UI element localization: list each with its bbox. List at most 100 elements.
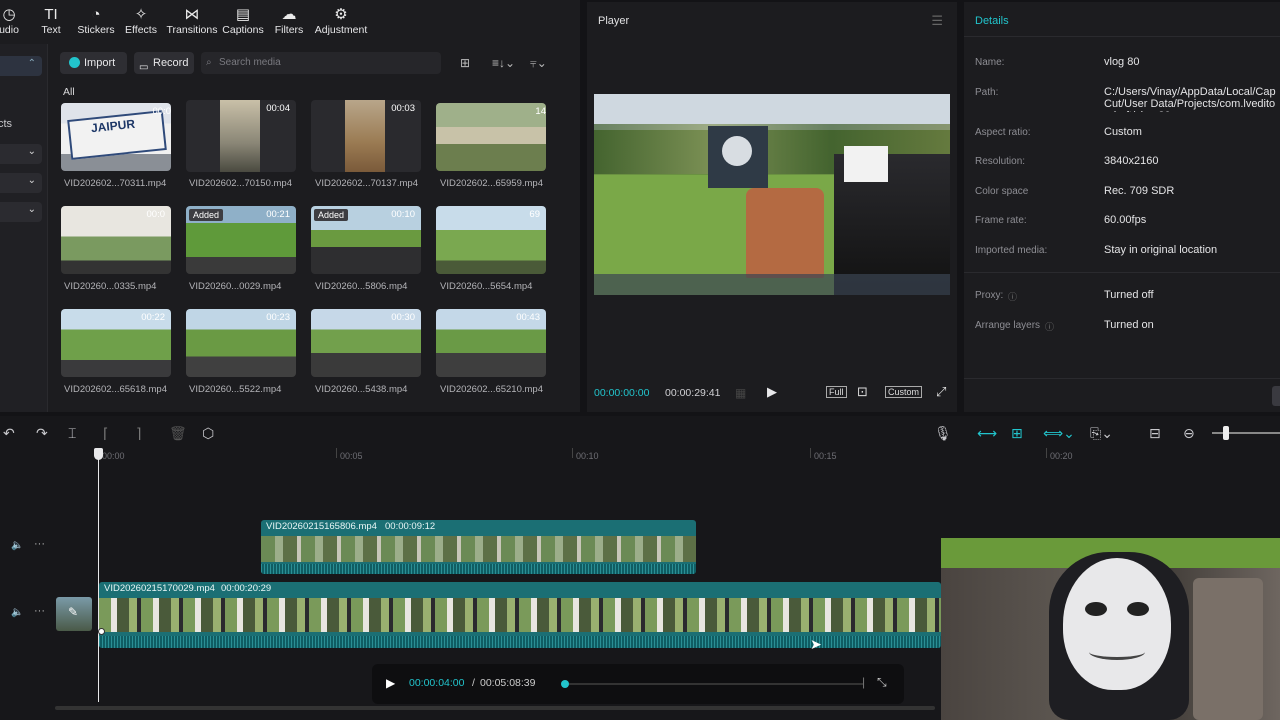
thumb-filename: VID20260...0335.mp4 <box>64 281 157 292</box>
sidebar-dropdown-2[interactable]: ⌄ <box>0 173 42 193</box>
toolbar-audio[interactable]: ◷ udio <box>0 6 24 36</box>
detail-label: Arrange layers <box>975 320 1041 331</box>
redo-icon[interactable]: ↷ <box>36 425 48 442</box>
sidebar-dropdown-1[interactable]: ⌄ <box>0 144 42 164</box>
screenshot-icon[interactable]: ⊡ <box>857 384 868 400</box>
toolbar-label: Text <box>41 24 61 36</box>
delete-icon[interactable]: 🗑 <box>169 425 187 442</box>
toolbar-transitions[interactable]: ⋈ Transitions <box>166 6 218 36</box>
media-thumb[interactable]: JAIPUR 00:0 <box>61 103 171 171</box>
sidebar-dropdown-3[interactable]: ⌄ <box>0 202 42 222</box>
play-icon[interactable]: ▶ <box>767 384 777 400</box>
fullscreen-icon[interactable]: ⤢ <box>936 384 946 400</box>
plus-circle-icon <box>69 57 80 68</box>
media-thumb[interactable]: 14 <box>436 103 546 171</box>
split-icon[interactable]: ⌶ <box>68 425 76 442</box>
split-left-icon[interactable]: ⌈ <box>103 425 108 442</box>
overlay-play-icon[interactable]: ▶ <box>386 676 395 690</box>
added-badge: Added <box>189 209 224 221</box>
undo-icon[interactable]: ↶ <box>3 425 15 442</box>
video-overlay-controls: ▶ 00:00:04:00 / 00:05:08:39 | ⤡ <box>372 664 904 704</box>
auto-snap-icon[interactable]: ⊞ <box>1011 425 1023 442</box>
clip-duration: 00:00:20:29 <box>221 583 272 594</box>
playhead-handle[interactable] <box>94 448 103 460</box>
media-thumb[interactable]: 00:22 <box>61 309 171 377</box>
media-thumb[interactable]: Added 00:21 <box>186 206 296 274</box>
detail-value-resolution: 3840x2160 <box>1104 155 1159 167</box>
thumb-filename: VID202602...65210.mp4 <box>440 384 543 395</box>
chevron-up-icon: ⌃ <box>27 58 36 69</box>
detail-value-path: C:/Users/Vinay/AppData/Local/CapCut/User… <box>1104 86 1276 112</box>
media-thumb[interactable]: 00:30 <box>311 309 421 377</box>
aspect-ratio-button[interactable]: Custom <box>885 386 923 398</box>
media-panel: ⌃ cts ⌄ ⌄ ⌄ Import ▭ Record ⌕ Search med… <box>0 44 580 412</box>
info-icon[interactable]: ⓘ <box>1045 320 1054 333</box>
toolbar-label: Filters <box>274 24 304 36</box>
toolbar-captions[interactable]: ▤ Captions <box>221 6 265 36</box>
full-quality-button[interactable]: Full <box>826 386 847 398</box>
detail-value-proxy: Turned off <box>1104 289 1154 301</box>
timeline-clip[interactable]: VID20260215165806.mp4 00:00:09:12 <box>261 520 696 574</box>
zoom-out-icon[interactable]: ⊖ <box>1183 425 1195 442</box>
minimize-icon[interactable]: ⤡ <box>877 675 887 690</box>
media-thumb[interactable]: 69 <box>436 206 546 274</box>
thumb-duration: 00:22 <box>141 312 165 323</box>
toolbar-stickers[interactable]: ◔ Stickers <box>76 6 116 36</box>
microphone-icon[interactable]: 🎙 <box>934 425 952 442</box>
split-right-icon[interactable]: ⌉ <box>136 425 141 442</box>
preview-axis-icon[interactable]: ⎘⌄ <box>1090 425 1113 442</box>
track-more-icon[interactable]: ··· <box>34 538 45 550</box>
track-mute-icon[interactable]: 🔈 <box>11 607 23 618</box>
modify-button[interactable] <box>1272 386 1280 406</box>
detail-label: Imported media: <box>975 245 1048 256</box>
audio-icon: ◷ <box>2 6 16 23</box>
media-thumb[interactable]: Added 00:10 <box>311 206 421 274</box>
overlay-progress-knob[interactable] <box>561 680 569 688</box>
chair <box>746 188 824 278</box>
stickers-icon: ◔ <box>91 6 101 23</box>
linkage-icon[interactable]: ⟺⌄ <box>1043 425 1075 442</box>
detail-label: Color space <box>975 186 1029 197</box>
toolbar-filters[interactable]: ☁ Filters <box>272 6 306 36</box>
filter-icon[interactable]: ⫧⌄ <box>530 56 547 71</box>
playhead[interactable] <box>98 456 99 702</box>
import-button[interactable]: Import <box>60 52 127 74</box>
zoom-slider-handle[interactable] <box>1223 426 1229 440</box>
thumbnail-icon[interactable]: ⊟ <box>1149 425 1161 442</box>
detail-label: Aspect ratio: <box>975 127 1031 138</box>
media-thumb[interactable]: 00:23 <box>186 309 296 377</box>
video-preview[interactable] <box>594 94 950 295</box>
player-panel: Player ☰ 00:00:00:00 00:00:29:41 ▦ ▶ Ful… <box>587 2 957 412</box>
timeline-scrollbar[interactable] <box>55 706 935 710</box>
grid-view-icon[interactable]: ⊞ <box>460 56 470 70</box>
detail-value-imported: Stay in original location <box>1104 244 1218 256</box>
toolbar-effects[interactable]: ✧ Effects <box>122 6 160 36</box>
track-mute-icon[interactable]: 🔈 <box>11 540 23 551</box>
toolbar-text[interactable]: TI Text <box>36 6 66 36</box>
main-track-magnet-icon[interactable]: ⟷ <box>977 425 997 442</box>
sort-icon[interactable]: ≡↓⌄ <box>492 56 515 70</box>
toolbar-adjustment[interactable]: ⚙ Adjustment <box>313 6 369 36</box>
media-thumb[interactable]: 00:0 <box>61 206 171 274</box>
player-title: Player <box>598 15 630 27</box>
sidebar-label: cts <box>0 118 13 130</box>
sidebar-item-selected[interactable]: ⌃ <box>0 56 42 76</box>
track-more-icon[interactable]: ··· <box>34 605 45 617</box>
media-thumb[interactable]: 00:43 <box>436 309 546 377</box>
webcam-overlay <box>941 538 1280 720</box>
category-all[interactable]: All <box>63 86 75 98</box>
detail-value-aspect: Custom <box>1104 126 1142 138</box>
media-thumb[interactable]: 00:03 <box>311 100 421 172</box>
menu-icon[interactable]: ☰ <box>931 13 943 29</box>
media-thumb[interactable]: 00:04 <box>186 100 296 172</box>
detail-value-name[interactable]: vlog 80 <box>1104 56 1139 68</box>
keyframe-dot[interactable] <box>98 628 105 635</box>
overlay-progress-track[interactable] <box>563 683 863 685</box>
record-button[interactable]: ▭ Record <box>134 52 194 74</box>
search-input[interactable]: ⌕ Search media <box>201 52 441 74</box>
cover-thumbnail[interactable]: ✎ <box>56 597 92 631</box>
info-icon[interactable]: ⓘ <box>1008 290 1017 303</box>
media-sidebar: ⌃ cts ⌄ ⌄ ⌄ <box>0 44 48 412</box>
marker-icon[interactable]: ⬡ <box>202 425 214 442</box>
time-ruler[interactable]: 00:00 00:05 00:10 00:15 00:20 <box>98 448 1280 462</box>
